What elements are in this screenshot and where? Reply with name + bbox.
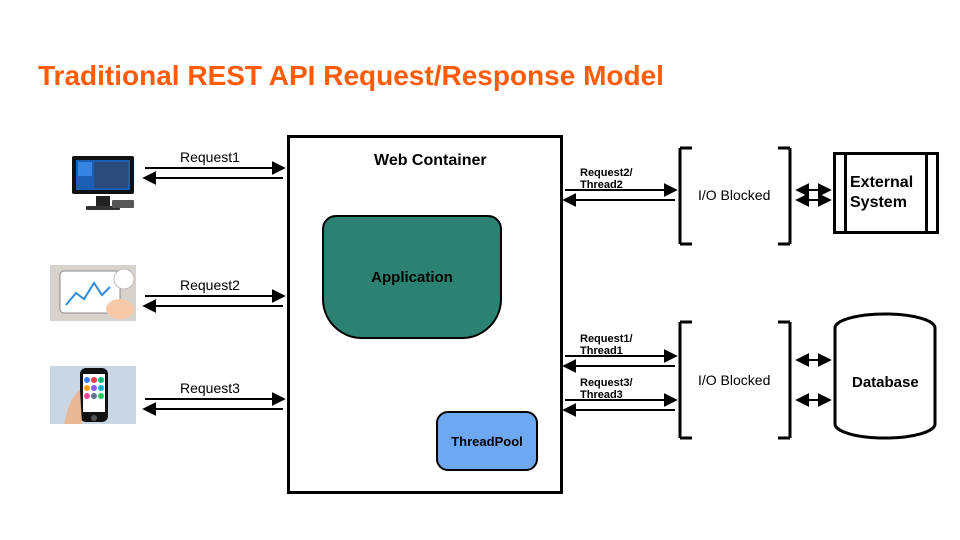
web-container-title: Web Container — [374, 152, 487, 170]
req3-thread3-label: Request3/ Thread3 — [580, 377, 633, 401]
application-box: Application — [322, 215, 502, 339]
database-label: Database — [852, 374, 919, 391]
io-blocked-top: I/O Blocked — [698, 187, 770, 203]
io-blocked-bottom: I/O Blocked — [698, 372, 770, 388]
external-system-box: External System — [833, 152, 939, 234]
req2-thread2-label: Request2/ Thread2 — [580, 167, 633, 191]
external-system-label: External System — [836, 173, 936, 213]
threadpool-box: ThreadPool — [436, 411, 538, 471]
req1-thread1-label: Request1/ Thread1 — [580, 333, 633, 357]
